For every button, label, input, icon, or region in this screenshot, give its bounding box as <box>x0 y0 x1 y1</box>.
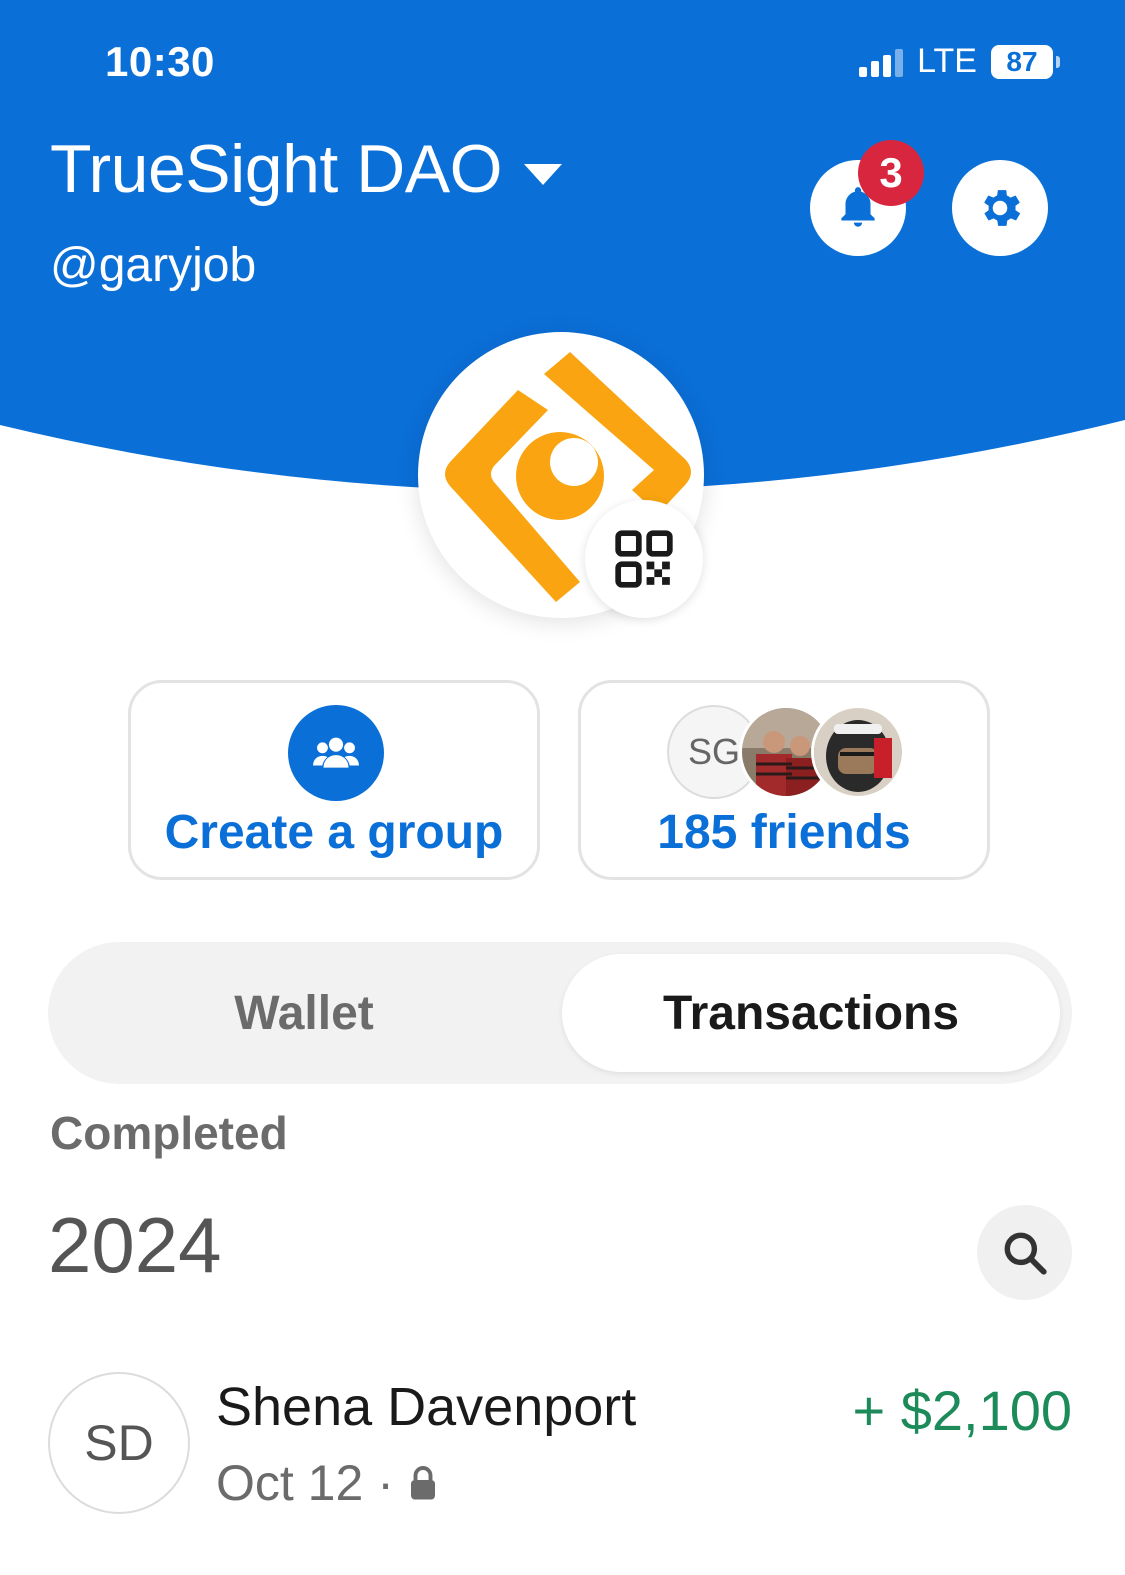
transaction-meta: Oct 12 · <box>216 1454 438 1512</box>
friend-avatar-photo <box>811 705 905 799</box>
transaction-row[interactable]: SD Shena Davenport Oct 12 · + $2,100 <box>48 1372 1072 1522</box>
qr-code-button[interactable] <box>585 500 703 618</box>
transaction-date: Oct 12 <box>216 1455 364 1511</box>
org-title: TrueSight DAO <box>50 131 503 207</box>
transaction-avatar: SD <box>48 1372 190 1514</box>
tab-transactions[interactable]: Transactions <box>562 954 1060 1072</box>
year-heading: 2024 <box>48 1201 222 1289</box>
transaction-amount: + $2,100 <box>852 1379 1072 1442</box>
org-switcher[interactable]: TrueSight DAO <box>50 130 563 208</box>
meta-separator: · <box>377 1455 394 1511</box>
battery-level: 87 <box>1006 45 1038 77</box>
dropdown-caret-icon <box>524 163 563 185</box>
gear-icon <box>984 190 1021 226</box>
notification-badge: 3 <box>858 140 924 206</box>
lock-icon <box>410 1466 435 1500</box>
friend-photo <box>814 708 902 796</box>
signal-icon <box>859 47 904 77</box>
friends-count-label: 185 friends <box>657 806 911 859</box>
section-completed-label: Completed <box>50 1107 288 1159</box>
qr-code-icon <box>615 530 673 588</box>
search-button[interactable] <box>977 1205 1072 1300</box>
group-icon <box>313 737 359 768</box>
friends-card[interactable]: SG 185 friends <box>578 680 990 880</box>
settings-button[interactable] <box>952 160 1048 256</box>
group-icon-badge <box>288 705 384 801</box>
tab-wallet[interactable]: Wallet <box>48 942 560 1084</box>
create-group-label: Create a group <box>164 806 504 859</box>
status-indicators: LTE 87 <box>859 42 1060 81</box>
status-time: 10:30 <box>105 38 215 85</box>
transaction-name: Shena Davenport <box>216 1377 637 1437</box>
network-type: LTE <box>917 42 977 80</box>
wallet-transactions-tabs: Wallet Transactions <box>48 942 1072 1084</box>
search-icon <box>1004 1232 1047 1275</box>
battery-icon: 87 <box>991 44 1060 79</box>
create-group-card[interactable]: Create a group <box>128 680 540 880</box>
user-handle: @garyjob <box>50 239 257 292</box>
